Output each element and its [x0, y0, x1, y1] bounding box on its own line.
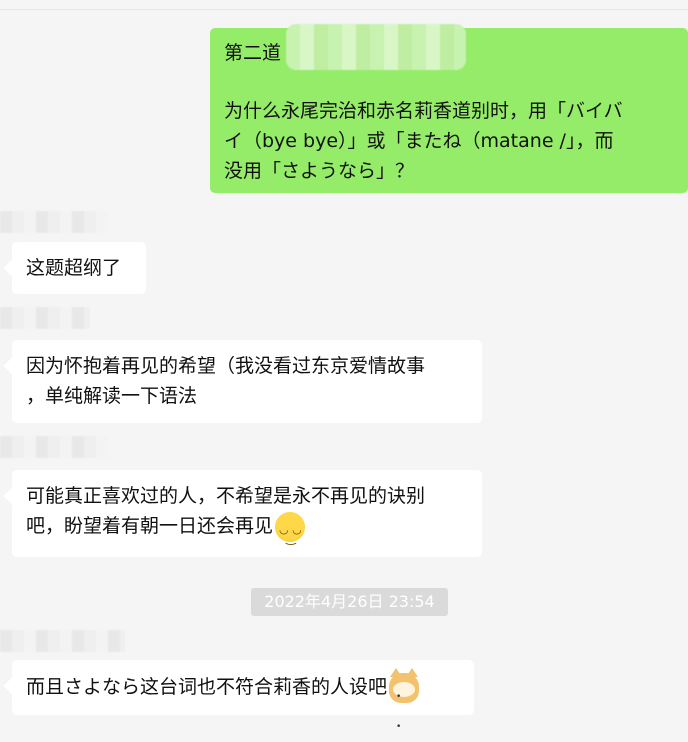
message-line: 可能真正喜欢过的人，不希望是永不再见的诀别: [26, 485, 426, 507]
message-line: イ（bye bye）」或「またね（matane /」，而: [224, 130, 614, 152]
window-top-edge: [0, 0, 688, 10]
message-line: 没用「さようなら」？: [224, 160, 415, 182]
redacted-text: [286, 24, 466, 70]
redacted-sender-name: [0, 307, 90, 329]
incoming-message-bubble[interactable]: 可能真正喜欢过的人，不希望是永不再见的诀别 吧，盼望着有朝一日还会再见: [12, 470, 482, 557]
incoming-message-bubble[interactable]: 而且さよなら这台词也不符合莉香的人设吧 • •: [12, 660, 474, 732]
message-line: ，单纯解读一下语法: [26, 385, 198, 407]
cat-face-emoji-icon: • •: [389, 667, 420, 732]
smiling-face-emoji-icon: [275, 511, 306, 553]
incoming-message-bubble[interactable]: 因为怀抱着再见的希望（我没看过东京爱情故事 ，单纯解读一下语法: [12, 340, 482, 423]
message-text: 第二道: [224, 42, 282, 64]
message-line: 吧，盼望着有朝一日还会再见: [26, 511, 468, 553]
message-line: 为什么永尾完治和赤名莉香道别时，用「バイバ: [224, 100, 623, 122]
message-text: 而且さよなら这台词也不符合莉香的人设吧: [26, 676, 388, 698]
message-text: 吧，盼望着有朝一日还会再见: [26, 515, 274, 537]
incoming-message-bubble[interactable]: 这题超纲了: [12, 242, 146, 294]
message-timestamp: 2022年4月26日 23:54: [251, 588, 448, 616]
message-line: 因为怀抱着再见的希望（我没看过东京爱情故事: [26, 355, 426, 377]
message-text: 这题超纲了: [26, 257, 122, 279]
redacted-sender-name: [0, 630, 125, 652]
redacted-sender-name: [0, 436, 108, 458]
redacted-sender-name: [0, 211, 108, 233]
